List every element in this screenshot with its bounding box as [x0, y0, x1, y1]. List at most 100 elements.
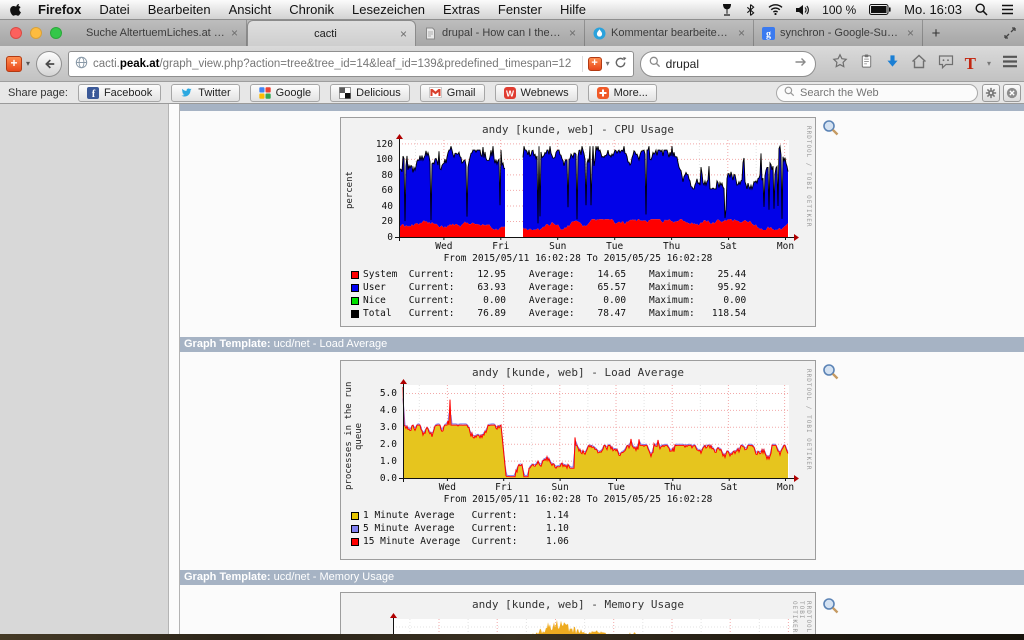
tab-kommentar-bearbeiten[interactable]: Kommentar bearbeiten | ... × — [585, 20, 754, 46]
back-button[interactable] — [36, 50, 62, 77]
wine-glass-icon[interactable] — [721, 3, 733, 17]
fullscreen-expand-icon[interactable] — [1004, 20, 1016, 46]
tab-close-icon[interactable]: × — [738, 26, 745, 40]
window-minimize-button[interactable] — [30, 27, 42, 39]
bookmark-star-icon[interactable] — [832, 53, 848, 74]
menu-ansicht[interactable]: Ansicht — [229, 2, 272, 17]
share-caret-icon[interactable]: ▾ — [606, 59, 610, 68]
load-plot[interactable] — [393, 377, 801, 488]
legend-text: 1 Minute Average Current: 1.14 — [363, 510, 569, 521]
window-zoom-button[interactable] — [50, 27, 62, 39]
home-icon[interactable] — [911, 54, 927, 74]
memory-plot[interactable] — [383, 611, 805, 634]
y-axis-tick-label: 100 — [375, 154, 393, 166]
svg-text:W: W — [506, 88, 515, 98]
legend-color-swatch — [351, 537, 359, 546]
tab-cacti[interactable]: cacti × — [247, 20, 416, 46]
zoom-graph-icon[interactable] — [822, 119, 840, 137]
tab-close-icon[interactable]: × — [569, 26, 576, 40]
hamburger-menu-icon[interactable] — [1002, 55, 1018, 73]
tree-panel-divider[interactable] — [168, 104, 180, 634]
zoom-graph-icon[interactable] — [822, 363, 840, 381]
search-go-icon[interactable] — [794, 55, 807, 73]
share-button-label: Twitter — [198, 86, 231, 99]
share-facebook-button[interactable]: f Facebook — [77, 83, 162, 102]
delicious-icon — [339, 86, 352, 99]
legend-row: Total Current: 76.89 Average: 78.47 Maxi… — [351, 308, 746, 319]
t-extension-icon[interactable]: T — [965, 55, 976, 72]
menu-extras[interactable]: Extras — [443, 2, 480, 17]
url-bar[interactable]: cacti.peak.at/graph_view.php?action=tree… — [67, 50, 634, 77]
notification-center-icon[interactable] — [1001, 4, 1014, 15]
menu-firefox[interactable]: Firefox — [38, 2, 81, 17]
drupal-doc-icon — [424, 27, 437, 40]
legend-row: 1 Minute Average Current: 1.14 — [351, 510, 569, 521]
tab-synchron-google-suche[interactable]: g synchron - Google-Suche × — [754, 20, 923, 46]
search-input[interactable] — [665, 56, 789, 71]
share-delicious-button[interactable]: Delicious — [330, 83, 410, 102]
load-average-graph-panel[interactable]: andy [kunde, web] - Load Average RRDTOOL… — [340, 360, 816, 560]
search-bar[interactable] — [639, 50, 816, 77]
share-more-button[interactable]: More... — [587, 83, 657, 102]
t-extension-caret-icon[interactable]: ▾ — [987, 59, 991, 68]
wifi-icon[interactable] — [768, 4, 783, 15]
cpu-plot[interactable] — [389, 132, 801, 247]
menu-bearbeiten[interactable]: Bearbeiten — [148, 2, 211, 17]
share-twitter-button[interactable]: Twitter — [171, 83, 240, 102]
menubar-clock[interactable]: Mo. 16:03 — [904, 2, 962, 17]
share-webnews-button[interactable]: W Webnews — [494, 83, 578, 102]
memory-usage-graph-panel[interactable]: andy [kunde, web] - Memory Usage RRDTOOL… — [340, 592, 816, 634]
menu-chronik[interactable]: Chronik — [289, 2, 334, 17]
x-axis-tick-label: Fri — [492, 241, 510, 252]
menu-lesezeichen[interactable]: Lesezeichen — [352, 2, 425, 17]
x-axis-tick-label: Wed — [438, 482, 456, 493]
template-header-bold: Graph Template: — [184, 571, 271, 583]
tab-drupal-how-can-i-theme[interactable]: drupal - How can I theme ... × — [416, 20, 585, 46]
web-search-field[interactable] — [776, 84, 978, 102]
reload-icon[interactable] — [614, 56, 627, 72]
share-button-label: More... — [613, 86, 648, 99]
x-axis-tick-label: Tue — [606, 241, 624, 252]
web-search-input[interactable] — [800, 87, 970, 99]
firefox-nav-toolbar: + ▾ cacti.peak.at/graph_view.php?action=… — [0, 46, 1024, 82]
tab-close-icon[interactable]: × — [907, 26, 914, 40]
addthis-share-icon[interactable]: + — [587, 56, 602, 71]
share-gmail-button[interactable]: Gmail — [419, 83, 485, 102]
toolbar-settings-button[interactable] — [982, 84, 1000, 102]
y-axis-tick-label: 3.0 — [379, 422, 397, 434]
bluetooth-icon[interactable] — [746, 3, 755, 17]
zoom-graph-icon[interactable] — [822, 597, 840, 615]
share-google-button[interactable]: Google — [249, 83, 321, 102]
battery-icon[interactable] — [869, 4, 891, 15]
tab-label: synchron - Google-Suche — [780, 27, 902, 39]
volume-icon[interactable] — [796, 4, 810, 16]
macos-menubar: Firefox Datei Bearbeiten Ansicht Chronik Lese… — [0, 0, 1024, 20]
tab-label: cacti — [314, 27, 337, 40]
menu-fenster[interactable]: Fenster — [498, 2, 542, 17]
url-text: cacti.peak.at/graph_view.php?action=tree… — [93, 58, 577, 70]
menu-datei[interactable]: Datei — [99, 2, 129, 17]
apple-menu-icon[interactable] — [10, 3, 22, 17]
graph-view-area: andy [kunde, web] - CPU Usage RRDTOOL / … — [180, 104, 1024, 634]
spotlight-search-icon[interactable] — [975, 3, 988, 16]
tab-suche-altertuemliches-at-date[interactable]: Suche AltertuemLiches.at Date... × — [78, 20, 247, 46]
toolbar-close-button[interactable] — [1003, 84, 1021, 102]
x-axis-tick-label: Wed — [435, 241, 453, 252]
globe-icon — [75, 56, 88, 72]
new-tab-button[interactable]: + — [923, 20, 949, 46]
cpu-usage-graph-panel[interactable]: andy [kunde, web] - CPU Usage RRDTOOL / … — [340, 117, 816, 327]
tab-close-icon[interactable]: × — [400, 27, 407, 41]
legend-color-swatch — [351, 296, 359, 305]
y-axis-tick-label: 5.0 — [379, 388, 397, 400]
url-subdomain: cacti. — [92, 57, 120, 70]
window-close-button[interactable] — [10, 27, 22, 39]
addthis-button[interactable]: + — [6, 55, 22, 72]
feedback-bubble-icon[interactable] — [938, 54, 954, 74]
window-controls — [0, 20, 72, 46]
addthis-caret-icon[interactable]: ▾ — [26, 59, 30, 68]
clipboard-icon[interactable] — [859, 53, 874, 74]
x-axis-tick-label: Sun — [551, 482, 569, 493]
tab-close-icon[interactable]: × — [231, 26, 238, 40]
download-icon[interactable] — [885, 54, 900, 74]
menu-hilfe[interactable]: Hilfe — [560, 2, 586, 17]
